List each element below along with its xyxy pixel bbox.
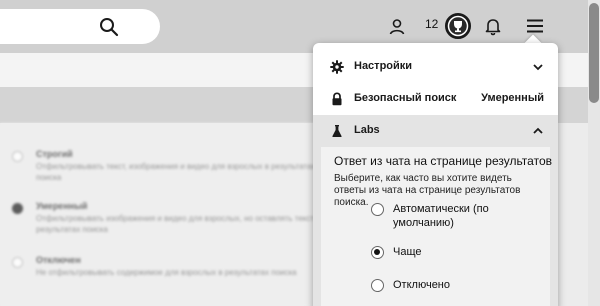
menu-item-settings[interactable]: Настройки (313, 51, 558, 83)
option-label: Автоматически (по умолчанию) (393, 203, 489, 229)
background-option-title: Строгий (36, 149, 73, 159)
chevron-up-icon (533, 127, 543, 134)
menu-item-labs[interactable]: Labs (313, 115, 558, 147)
menu-item-label: Настройки (354, 60, 413, 72)
background-option-desc: Отфильтровывать изображения и видео для … (36, 214, 321, 234)
chat-settings-title: Ответ из чата на странице результатов (334, 154, 552, 168)
background-option-title: Умеренный (36, 201, 88, 211)
hamburger-icon[interactable] (523, 14, 547, 38)
labs-section: Ответ из чата на странице результатов Вы… (313, 147, 558, 306)
background-option-title: Отключен (36, 255, 81, 265)
background-option-desc: Отфильтровывать текст, изображения и вид… (36, 162, 316, 182)
menu-item-safesearch[interactable]: Безопасный поиск Умеренный (313, 83, 558, 115)
lock-icon (332, 92, 342, 106)
gear-icon (330, 60, 344, 74)
background-safesearch-options: Строгий Отфильтровывать текст, изображен… (0, 123, 321, 306)
option-label: Чаще (393, 246, 422, 258)
background-radio (12, 203, 23, 214)
option-label: Отключено (393, 279, 450, 291)
safesearch-value: Умеренный (481, 92, 544, 104)
radio-button-selected[interactable] (371, 246, 384, 259)
background-option-desc: Не отфильтровывать содержимое для взросл… (36, 268, 297, 277)
flask-icon (332, 125, 342, 137)
chat-answer-settings: Ответ из чата на странице результатов Вы… (321, 147, 552, 306)
search-input[interactable] (10, 17, 110, 32)
trophy-icon[interactable] (445, 13, 471, 39)
chevron-down-icon (533, 64, 543, 71)
bell-icon[interactable] (482, 15, 504, 37)
user-icon[interactable] (385, 15, 409, 39)
radio-button[interactable] (371, 203, 384, 216)
search-icon[interactable] (98, 16, 120, 38)
menu-item-label: Labs (354, 124, 380, 136)
settings-dropdown: Настройки Безопасный поиск Умеренный Lab… (313, 43, 558, 306)
background-radio (12, 257, 23, 268)
scrollbar-thumb[interactable] (589, 3, 599, 103)
radio-button[interactable] (371, 279, 384, 292)
background-radio (12, 151, 23, 162)
search-box[interactable] (0, 9, 160, 44)
achievement-count: 12 (425, 17, 439, 31)
menu-item-label: Безопасный поиск (354, 92, 457, 104)
